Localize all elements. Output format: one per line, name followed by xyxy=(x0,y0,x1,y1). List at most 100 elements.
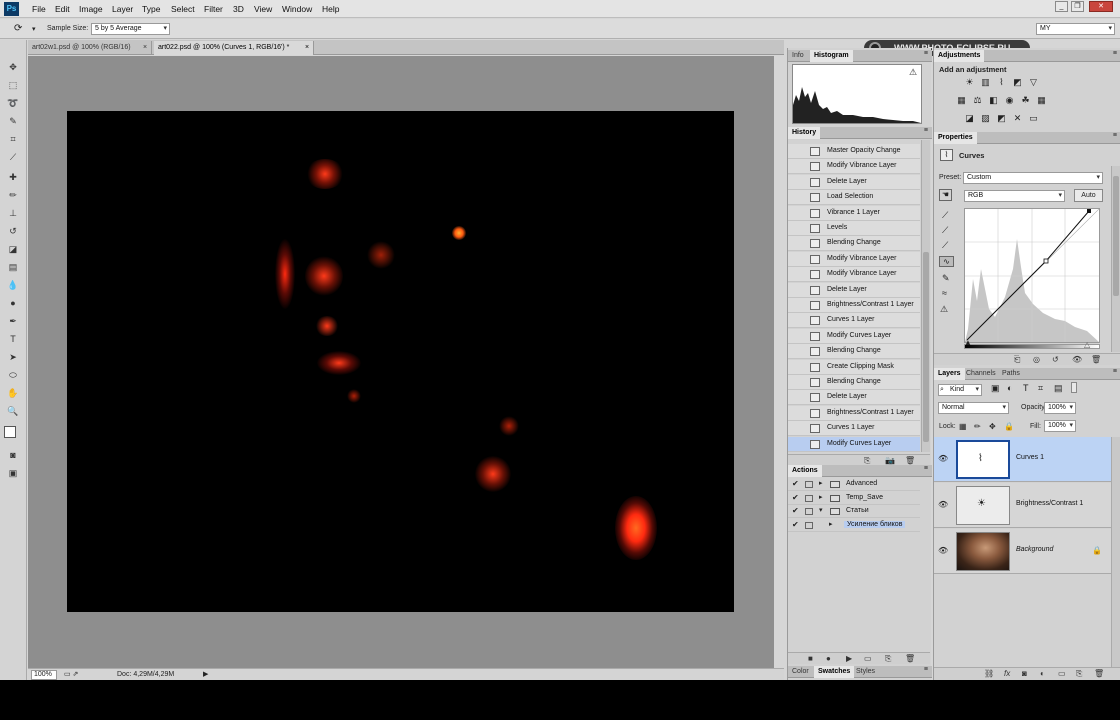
vibrance-icon[interactable]: ▽ xyxy=(1028,77,1039,88)
warning-icon[interactable]: ⚠ xyxy=(909,67,917,78)
sample-size-select[interactable]: 5 by 5 Average xyxy=(91,23,170,35)
filter-shape-icon[interactable]: ⌗ xyxy=(1038,383,1043,394)
gradient-tool-icon[interactable]: ▤ xyxy=(5,260,21,274)
tab-info[interactable]: Info xyxy=(788,50,808,62)
new-group-folder-icon[interactable]: ▭ xyxy=(1058,669,1066,678)
history-item[interactable]: Curves 1 Layer xyxy=(788,313,920,329)
tab-styles[interactable]: Styles xyxy=(852,666,879,678)
tab-art02w1[interactable]: art02w1.psd @ 100% (RGB/16) × xyxy=(28,41,152,55)
status-menu-arrow-icon[interactable]: ▶ xyxy=(203,670,208,678)
zoom-field[interactable]: 100% xyxy=(31,670,57,680)
tab-history[interactable]: History xyxy=(788,127,821,139)
tab-channels[interactable]: Channels xyxy=(962,368,1000,380)
blend-mode-select[interactable]: Normal xyxy=(938,402,1009,414)
panel-menu-icon[interactable]: ≡ xyxy=(924,127,928,134)
black-white-icon[interactable]: ◧ xyxy=(988,95,999,106)
channel-select[interactable]: RGB xyxy=(964,190,1065,202)
tab-color[interactable]: Color xyxy=(788,666,813,678)
dialog-toggle-icon[interactable] xyxy=(805,508,813,515)
history-item[interactable]: Vibrance 1 Layer xyxy=(788,205,920,221)
history-item[interactable]: Delete Layer xyxy=(788,174,920,190)
tab-art022[interactable]: art022.psd @ 100% (Curves 1, RGB/16') * … xyxy=(154,41,314,55)
history-item[interactable]: Modify Vibrance Layer xyxy=(788,251,920,267)
reset-icon[interactable]: ↺ xyxy=(1052,355,1059,364)
history-scrollbar[interactable] xyxy=(921,140,930,452)
checkmark-icon[interactable]: ✔ xyxy=(792,520,799,529)
preset-select[interactable]: Custom xyxy=(963,172,1103,184)
gray-point-eyedropper-icon[interactable]: ⟋ xyxy=(942,225,948,236)
eraser-tool-icon[interactable]: ◪ xyxy=(5,242,21,256)
minimize-icon[interactable]: _ xyxy=(1055,1,1068,12)
type-tool-icon[interactable]: T xyxy=(5,332,21,346)
tab-properties[interactable]: Properties xyxy=(934,132,977,144)
menu-help[interactable]: Help xyxy=(322,4,339,14)
white-slider-icon[interactable]: △ xyxy=(1084,340,1090,349)
close-window-icon[interactable]: ✕ xyxy=(1089,1,1113,12)
menu-select[interactable]: Select xyxy=(171,4,195,14)
lock-transparent-icon[interactable]: ▦ xyxy=(959,422,967,431)
selective-color-icon[interactable]: ✕ xyxy=(1012,113,1023,124)
move-tool-icon[interactable]: ✥ xyxy=(5,60,21,74)
filter-smart-object-icon[interactable]: ▤ xyxy=(1054,383,1063,394)
invert-icon[interactable]: ◪ xyxy=(964,113,975,124)
trash-icon[interactable]: 🗑 xyxy=(905,456,915,465)
hue-saturation-icon[interactable]: ▦ xyxy=(956,95,967,106)
history-item[interactable]: Create Clipping Mask xyxy=(788,359,920,375)
layer-name[interactable]: Brightness/Contrast 1 xyxy=(1016,500,1083,507)
tab-histogram[interactable]: Histogram xyxy=(810,50,853,62)
smooth-curve-icon[interactable]: ≈ xyxy=(942,288,947,298)
chevron-right-icon[interactable]: ▸ xyxy=(819,479,823,487)
history-brush-icon[interactable]: ↺ xyxy=(5,224,21,238)
layer-name[interactable]: Background xyxy=(1016,546,1053,553)
lasso-tool-icon[interactable]: ➰ xyxy=(5,96,21,110)
menu-type[interactable]: Type xyxy=(142,4,160,14)
panel-menu-icon[interactable]: ≡ xyxy=(1113,50,1117,57)
hand-tool-icon[interactable]: ✋ xyxy=(5,386,21,400)
shape-tool-icon[interactable]: ⬭ xyxy=(5,368,21,382)
tab-swatches[interactable]: Swatches xyxy=(814,666,855,678)
menu-image[interactable]: Image xyxy=(79,4,103,14)
layers-scrollbar[interactable] xyxy=(1111,437,1120,669)
trash-icon[interactable]: 🗑 xyxy=(1091,355,1101,364)
action-item[interactable]: ✔ ▾ Статьи xyxy=(788,505,920,518)
marquee-tool-icon[interactable]: ⬚ xyxy=(5,78,21,92)
panel-menu-icon[interactable]: ≡ xyxy=(924,50,928,57)
lock-all-icon[interactable]: 🔒 xyxy=(1004,422,1014,431)
visibility-eye-icon[interactable]: 👁 xyxy=(938,546,948,555)
brush-tool-icon[interactable]: ✏ xyxy=(5,188,21,202)
new-set-folder-icon[interactable]: ▭ xyxy=(864,654,872,663)
menu-layer[interactable]: Layer xyxy=(112,4,133,14)
eyedropper-tool-icon[interactable]: ⟳ xyxy=(14,23,22,34)
menu-edit[interactable]: Edit xyxy=(55,4,70,14)
scroll-thumb[interactable] xyxy=(923,252,929,442)
posterize-icon[interactable]: ▨ xyxy=(980,113,991,124)
filter-toggle[interactable] xyxy=(1071,382,1077,393)
checkmark-icon[interactable]: ✔ xyxy=(792,506,799,515)
workspace-select[interactable]: MY xyxy=(1036,23,1115,35)
history-item[interactable]: Brightness/Contrast 1 Layer xyxy=(788,405,920,421)
trash-icon[interactable]: 🗑 xyxy=(905,654,915,663)
history-item[interactable]: Load Selection xyxy=(788,190,920,206)
stop-icon[interactable]: ■ xyxy=(808,654,813,663)
white-point-eyedropper-icon[interactable]: ⟋ xyxy=(942,240,948,251)
link-layers-icon[interactable]: ⛓ xyxy=(984,669,994,678)
action-item[interactable]: ✔ ▸ Advanced xyxy=(788,478,920,491)
tool-preset-chevron-down-icon[interactable]: ▾ xyxy=(32,25,36,33)
clone-stamp-icon[interactable]: ⊥ xyxy=(5,206,21,220)
dialog-toggle-icon[interactable] xyxy=(805,494,813,502)
threshold-icon[interactable]: ◩ xyxy=(996,113,1007,124)
crop-tool-icon[interactable]: ⌗ xyxy=(5,132,21,146)
black-point-eyedropper-icon[interactable]: ⟋ xyxy=(942,210,948,221)
history-item[interactable]: Blending Change xyxy=(788,236,920,252)
history-item[interactable]: Brightness/Contrast 1 Layer xyxy=(788,298,920,313)
chevron-down-icon[interactable]: ▾ xyxy=(819,506,823,514)
panel-menu-icon[interactable]: ≡ xyxy=(924,666,928,673)
history-item[interactable]: Levels xyxy=(788,221,920,236)
layer-filter-select[interactable]: ⌕ Kind xyxy=(938,384,982,396)
fill-field[interactable]: 100% xyxy=(1044,420,1076,432)
tab-close-icon[interactable]: × xyxy=(143,41,147,55)
layer-row[interactable]: 👁 Background 🔒 xyxy=(934,529,1111,574)
history-item[interactable]: Blending Change xyxy=(788,375,920,390)
path-selection-icon[interactable]: ➤ xyxy=(5,350,21,364)
history-item[interactable]: Modify Vibrance Layer xyxy=(788,159,920,175)
